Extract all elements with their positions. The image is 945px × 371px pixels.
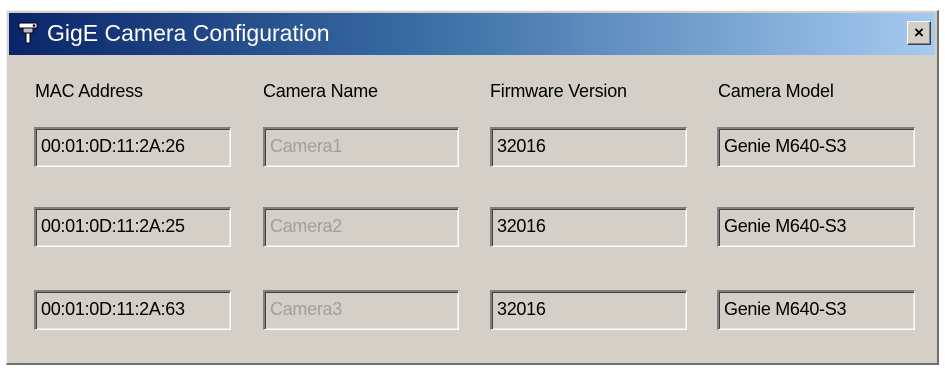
window-title: GigE Camera Configuration	[47, 20, 330, 46]
camera-network-icon	[18, 22, 38, 44]
header-camera-name: Camera Name	[263, 81, 378, 101]
header-camera-model: Camera Model	[718, 81, 834, 101]
title-bar[interactable]: GigE Camera Configuration ×	[9, 13, 935, 55]
mac-address-field[interactable]: 00:01:0D:11:2A:25	[34, 207, 231, 247]
camera-name-field[interactable]: Camera1	[263, 127, 459, 167]
mac-address-field[interactable]: 00:01:0D:11:2A:26	[34, 127, 231, 167]
firmware-version-field[interactable]: 32016	[490, 290, 687, 330]
close-icon: ×	[914, 23, 924, 42]
camera-name-field[interactable]: Camera2	[263, 207, 459, 247]
header-mac-address: MAC Address	[35, 81, 143, 101]
config-dialog: GigE Camera Configuration × MAC Address …	[6, 10, 939, 365]
close-button[interactable]: ×	[907, 21, 931, 45]
camera-model-field[interactable]: Genie M640-S3	[717, 207, 915, 247]
camera-model-field[interactable]: Genie M640-S3	[717, 127, 915, 167]
camera-model-field[interactable]: Genie M640-S3	[717, 290, 915, 330]
camera-name-field[interactable]: Camera3	[263, 290, 459, 330]
firmware-version-field[interactable]: 32016	[490, 127, 687, 167]
firmware-version-field[interactable]: 32016	[490, 207, 687, 247]
mac-address-field[interactable]: 00:01:0D:11:2A:63	[34, 290, 231, 330]
header-firmware-version: Firmware Version	[490, 81, 627, 101]
